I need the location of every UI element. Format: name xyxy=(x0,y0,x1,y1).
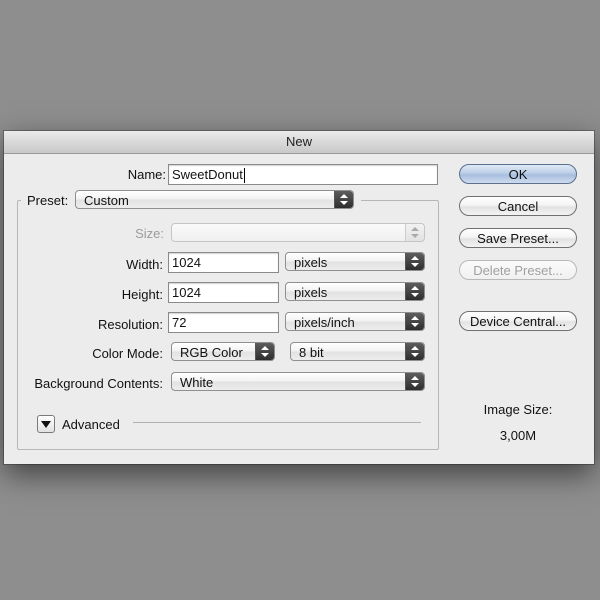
ok-button[interactable]: OK xyxy=(459,164,577,184)
name-input-value: SweetDonut xyxy=(172,167,243,182)
text-caret xyxy=(243,168,245,184)
size-select xyxy=(171,223,425,242)
dialog-titlebar[interactable]: New xyxy=(4,131,594,154)
width-label: Width: xyxy=(126,257,163,272)
width-unit-value: pixels xyxy=(294,255,328,270)
updown-arrows-icon xyxy=(405,313,424,330)
preset-select[interactable]: Custom xyxy=(75,190,354,209)
image-size-value: 3,00M xyxy=(499,428,537,443)
triangle-down-icon xyxy=(41,421,51,428)
bit-depth-value: 8 bit xyxy=(299,345,324,360)
preset-label: Preset: xyxy=(27,193,69,208)
size-label: Size: xyxy=(135,226,164,241)
color-mode-value: RGB Color xyxy=(180,345,243,360)
background-contents-label: Background Contents: xyxy=(34,376,163,391)
updown-arrows-icon xyxy=(334,191,353,208)
updown-arrows-icon xyxy=(405,224,424,241)
new-document-dialog: New Name: SweetDonut Preset: Custom Size… xyxy=(4,131,594,464)
advanced-divider xyxy=(133,422,421,423)
resolution-unit-select[interactable]: pixels/inch xyxy=(285,312,425,331)
preset-select-value: Custom xyxy=(84,193,129,208)
updown-arrows-icon xyxy=(405,373,424,390)
background-contents-select[interactable]: White xyxy=(171,372,425,391)
updown-arrows-icon xyxy=(405,283,424,300)
color-mode-select[interactable]: RGB Color xyxy=(171,342,275,361)
image-size-label: Image Size: xyxy=(483,402,553,417)
name-input[interactable]: SweetDonut xyxy=(168,164,438,185)
color-mode-label: Color Mode: xyxy=(92,346,163,361)
updown-arrows-icon xyxy=(405,343,424,360)
delete-preset-button: Delete Preset... xyxy=(459,260,577,280)
height-unit-select[interactable]: pixels xyxy=(285,282,425,301)
device-central-button[interactable]: Device Central... xyxy=(459,311,577,331)
name-label: Name: xyxy=(127,167,166,182)
save-preset-button[interactable]: Save Preset... xyxy=(459,228,577,248)
bit-depth-select[interactable]: 8 bit xyxy=(290,342,425,361)
resolution-input[interactable]: 72 xyxy=(168,312,279,333)
advanced-disclosure-button[interactable] xyxy=(37,415,55,433)
resolution-unit-value: pixels/inch xyxy=(294,315,355,330)
updown-arrows-icon xyxy=(255,343,274,360)
height-input[interactable]: 1024 xyxy=(168,282,279,303)
width-unit-select[interactable]: pixels xyxy=(285,252,425,271)
cancel-button[interactable]: Cancel xyxy=(459,196,577,216)
updown-arrows-icon xyxy=(405,253,424,270)
background-contents-value: White xyxy=(180,375,214,390)
resolution-label: Resolution: xyxy=(97,317,163,332)
height-label: Height: xyxy=(121,287,163,302)
advanced-label[interactable]: Advanced xyxy=(62,417,120,432)
width-input[interactable]: 1024 xyxy=(168,252,279,273)
height-unit-value: pixels xyxy=(294,285,328,300)
dialog-title: New xyxy=(285,134,312,149)
